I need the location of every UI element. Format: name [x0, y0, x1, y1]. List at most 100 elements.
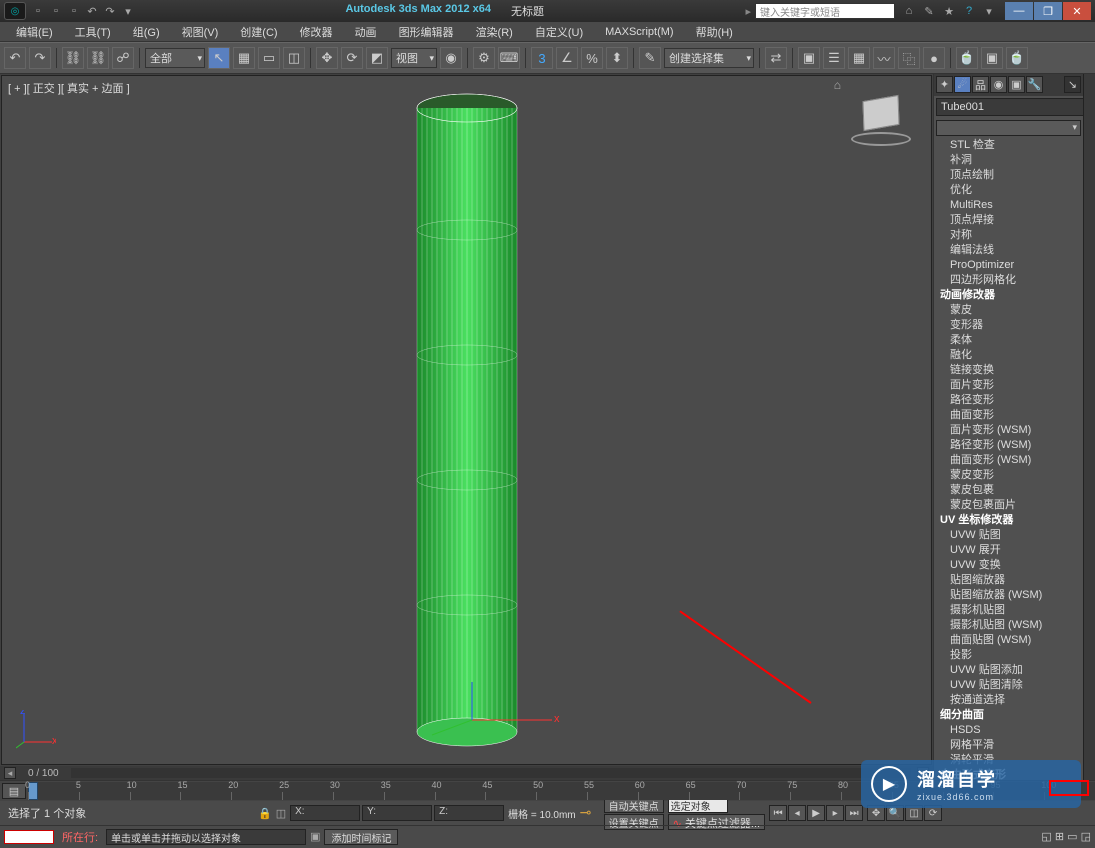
- render-setup-button[interactable]: 🍵: [956, 47, 978, 69]
- object-name-input[interactable]: [936, 98, 1088, 116]
- keyboard-button[interactable]: ⌨: [498, 47, 520, 69]
- modifier-item[interactable]: 优化: [936, 183, 1081, 198]
- macro-recorder[interactable]: [4, 830, 54, 844]
- ref-coord-combo[interactable]: 视图: [391, 48, 437, 68]
- menu-item[interactable]: 图形编辑器: [389, 22, 464, 42]
- qat-undo-icon[interactable]: ↶: [84, 3, 100, 19]
- render-button[interactable]: 🍵: [1006, 47, 1028, 69]
- nav-zoom-all-button[interactable]: ⊞: [1055, 831, 1064, 843]
- infocenter-toggle-icon[interactable]: ▸: [745, 5, 751, 18]
- modifier-item[interactable]: 蒙皮包裹面片: [936, 498, 1081, 513]
- modifier-item[interactable]: UVW 贴图: [936, 528, 1081, 543]
- modifier-item[interactable]: 四边形网格化: [936, 273, 1081, 288]
- window-maximize-button[interactable]: ❐: [1034, 2, 1062, 20]
- modifier-item[interactable]: UVW 贴图添加: [936, 663, 1081, 678]
- layer-button[interactable]: ☰: [823, 47, 845, 69]
- named-selection-combo[interactable]: 创建选择集: [664, 48, 754, 68]
- modifier-item[interactable]: 贴图缩放器: [936, 573, 1081, 588]
- modifier-item[interactable]: HSDS: [936, 723, 1081, 738]
- viewport-label[interactable]: [ + ][ 正交 ][ 真实 + 边面 ]: [8, 80, 130, 96]
- help-icon[interactable]: ?: [961, 3, 977, 19]
- select-rect-button[interactable]: ▭: [258, 47, 280, 69]
- qat-more-icon[interactable]: ▾: [120, 3, 136, 19]
- modifier-list[interactable]: STL 检查补洞顶点绘制优化MultiRes顶点焊接对称编辑法线ProOptim…: [936, 138, 1081, 780]
- menu-item[interactable]: 动画: [345, 22, 387, 42]
- script-icon[interactable]: ▣: [310, 830, 320, 843]
- qat-new-icon[interactable]: ▫: [30, 3, 46, 19]
- modifier-item[interactable]: 路径变形 (WSM): [936, 438, 1081, 453]
- slider-left-button[interactable]: ◂: [4, 767, 16, 779]
- modifier-item[interactable]: ProOptimizer: [936, 258, 1081, 273]
- render-frame-button[interactable]: ▣: [981, 47, 1003, 69]
- modifier-item[interactable]: 曲面变形: [936, 408, 1081, 423]
- redo-button[interactable]: ↷: [29, 47, 51, 69]
- add-time-tag-button[interactable]: 添加时间标记: [324, 829, 398, 845]
- manip-button[interactable]: ⚙: [473, 47, 495, 69]
- viewcube[interactable]: [851, 94, 911, 146]
- modifier-item[interactable]: 面片变形: [936, 378, 1081, 393]
- modifier-item[interactable]: 曲面贴图 (WSM): [936, 633, 1081, 648]
- modifier-item[interactable]: 编辑法线: [936, 243, 1081, 258]
- motion-tab[interactable]: ◉: [990, 76, 1007, 93]
- modifier-item[interactable]: UVW 变换: [936, 558, 1081, 573]
- modifier-item[interactable]: 摄影机贴图 (WSM): [936, 618, 1081, 633]
- link-button[interactable]: ⛓: [62, 47, 84, 69]
- qat-redo-icon[interactable]: ↷: [102, 3, 118, 19]
- pivot-button[interactable]: ◉: [440, 47, 462, 69]
- modifier-item[interactable]: UVW 贴图清除: [936, 678, 1081, 693]
- menu-item[interactable]: 自定义(U): [525, 22, 593, 42]
- qat-open-icon[interactable]: ▫: [48, 3, 64, 19]
- modifier-item[interactable]: 投影: [936, 648, 1081, 663]
- percent-snap-button[interactable]: %: [581, 47, 603, 69]
- menu-item[interactable]: 组(G): [123, 22, 170, 42]
- nav-region-button[interactable]: ▭: [1067, 831, 1077, 843]
- unlink-button[interactable]: ⛓: [87, 47, 109, 69]
- named-sel-edit-button[interactable]: ✎: [639, 47, 661, 69]
- material-editor-button[interactable]: ●: [923, 47, 945, 69]
- modifier-item[interactable]: 曲面变形 (WSM): [936, 453, 1081, 468]
- modifier-item[interactable]: 蒙皮: [936, 303, 1081, 318]
- goto-end-button[interactable]: ⏭: [845, 805, 863, 821]
- modifier-item[interactable]: 顶点绘制: [936, 168, 1081, 183]
- scale-button[interactable]: ◩: [366, 47, 388, 69]
- modifier-item[interactable]: 摄影机贴图: [936, 603, 1081, 618]
- select-object-button[interactable]: ↖: [208, 47, 230, 69]
- select-name-button[interactable]: ▦: [233, 47, 255, 69]
- time-slider-track[interactable]: [71, 768, 911, 778]
- menu-item[interactable]: 编辑(E): [6, 22, 63, 42]
- create-tab[interactable]: ✦: [936, 76, 953, 93]
- modifier-item[interactable]: 面片变形 (WSM): [936, 423, 1081, 438]
- schematic-button[interactable]: ⿻: [898, 47, 920, 69]
- selection-filter-combo[interactable]: 全部: [145, 48, 205, 68]
- modifier-item[interactable]: 按通道选择: [936, 693, 1081, 708]
- bind-button[interactable]: ☍: [112, 47, 134, 69]
- viewcube-home-icon[interactable]: ⌂: [834, 78, 841, 92]
- menu-item[interactable]: 视图(V): [172, 22, 229, 42]
- favorites-icon[interactable]: ★: [941, 3, 957, 19]
- modifier-item[interactable]: 蒙皮变形: [936, 468, 1081, 483]
- next-frame-button[interactable]: ▸: [826, 805, 844, 821]
- menu-item[interactable]: 渲染(R): [466, 22, 523, 42]
- coord-x-input[interactable]: X:: [290, 805, 360, 821]
- panel-pin-icon[interactable]: ↘: [1064, 76, 1081, 93]
- mirror-button[interactable]: ⇄: [765, 47, 787, 69]
- modifier-item[interactable]: 柔体: [936, 333, 1081, 348]
- window-close-button[interactable]: ✕: [1063, 2, 1091, 20]
- spinner-snap-button[interactable]: ⬍: [606, 47, 628, 69]
- display-tab[interactable]: ▣: [1008, 76, 1025, 93]
- modifier-item[interactable]: 顶点焊接: [936, 213, 1081, 228]
- modifier-item[interactable]: 融化: [936, 348, 1081, 363]
- rotate-button[interactable]: ⟳: [341, 47, 363, 69]
- modifier-item[interactable]: MultiRes: [936, 198, 1081, 213]
- nav-zoom-extents-button[interactable]: ◱: [1041, 831, 1051, 843]
- coord-z-input[interactable]: Z:: [434, 805, 504, 821]
- window-minimize-button[interactable]: —: [1005, 2, 1033, 20]
- undo-button[interactable]: ↶: [4, 47, 26, 69]
- modifier-item[interactable]: 变形器: [936, 318, 1081, 333]
- modifier-item[interactable]: 蒙皮包裹: [936, 483, 1081, 498]
- play-button[interactable]: ▶: [807, 805, 825, 821]
- hierarchy-tab[interactable]: 品: [972, 76, 989, 93]
- app-logo[interactable]: ◎: [4, 2, 26, 20]
- curve-editor-button[interactable]: 〰: [873, 47, 895, 69]
- search-input[interactable]: 键入关键字或短语: [755, 3, 895, 19]
